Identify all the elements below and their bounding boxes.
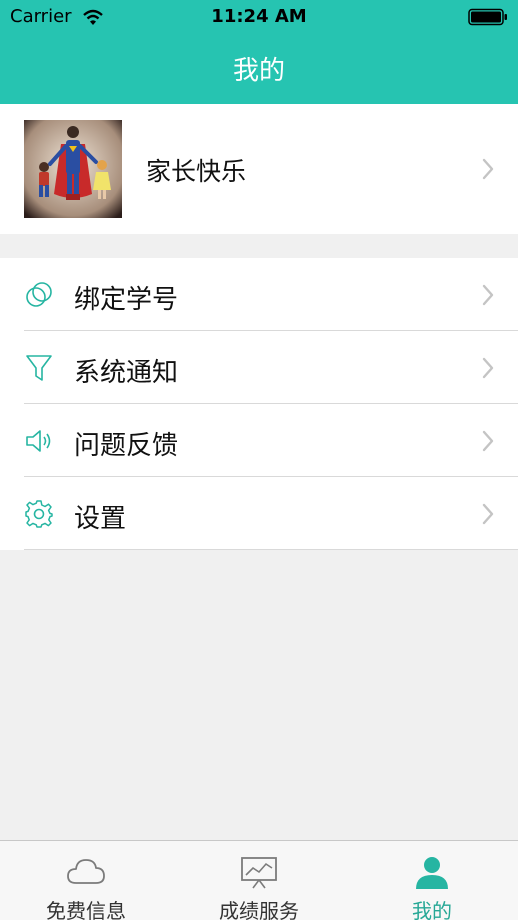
funnel-icon <box>26 355 52 381</box>
gear-icon <box>25 500 53 528</box>
person-icon <box>416 857 448 889</box>
status-bar: Carrier 11:24 AM <box>0 0 518 34</box>
speaker-icon <box>26 430 51 452</box>
avatar <box>24 120 122 218</box>
menu-item-feedback[interactable]: 问题反馈 <box>0 404 518 477</box>
menu-label: 绑定学号 <box>74 285 179 315</box>
navigation-bar: 我的 <box>0 34 518 104</box>
menu-item-settings[interactable]: 设置 <box>0 477 518 550</box>
tab-label: 免费信息 <box>46 899 126 920</box>
tab-label: 我的 <box>412 899 452 920</box>
profile-name: 家长快乐 <box>146 157 247 186</box>
chevron-right-icon <box>482 430 494 452</box>
menu-list: 绑定学号 系统通知 问题反馈 设置 <box>0 258 518 550</box>
circles-icon <box>26 282 52 307</box>
chevron-right-icon <box>482 357 494 379</box>
chevron-right-icon <box>482 284 494 306</box>
page-title: 我的 <box>232 56 285 86</box>
tab-bar: 免费信息 成绩服务 我的 <box>0 840 518 920</box>
tab-mine[interactable]: 我的 <box>346 841 518 920</box>
status-time: 11:24 AM <box>211 6 307 27</box>
chevron-right-icon <box>482 158 494 180</box>
superhero-parent-avatar <box>24 120 122 218</box>
chart-board-icon <box>241 857 277 889</box>
menu-item-bind-student-id[interactable]: 绑定学号 <box>0 258 518 331</box>
chevron-right-icon <box>482 503 494 525</box>
menu-label: 设置 <box>74 504 127 534</box>
tab-score-service[interactable]: 成绩服务 <box>173 841 345 920</box>
tab-free-info[interactable]: 免费信息 <box>0 841 172 920</box>
menu-item-system-notifications[interactable]: 系统通知 <box>0 331 518 404</box>
cloud-icon <box>67 859 105 884</box>
menu-label: 系统通知 <box>74 358 179 388</box>
tab-label: 成绩服务 <box>219 899 299 920</box>
menu-label: 问题反馈 <box>74 431 179 461</box>
battery-icon <box>468 8 507 26</box>
divider <box>24 549 518 550</box>
profile-row[interactable]: 家长快乐 <box>0 104 518 234</box>
